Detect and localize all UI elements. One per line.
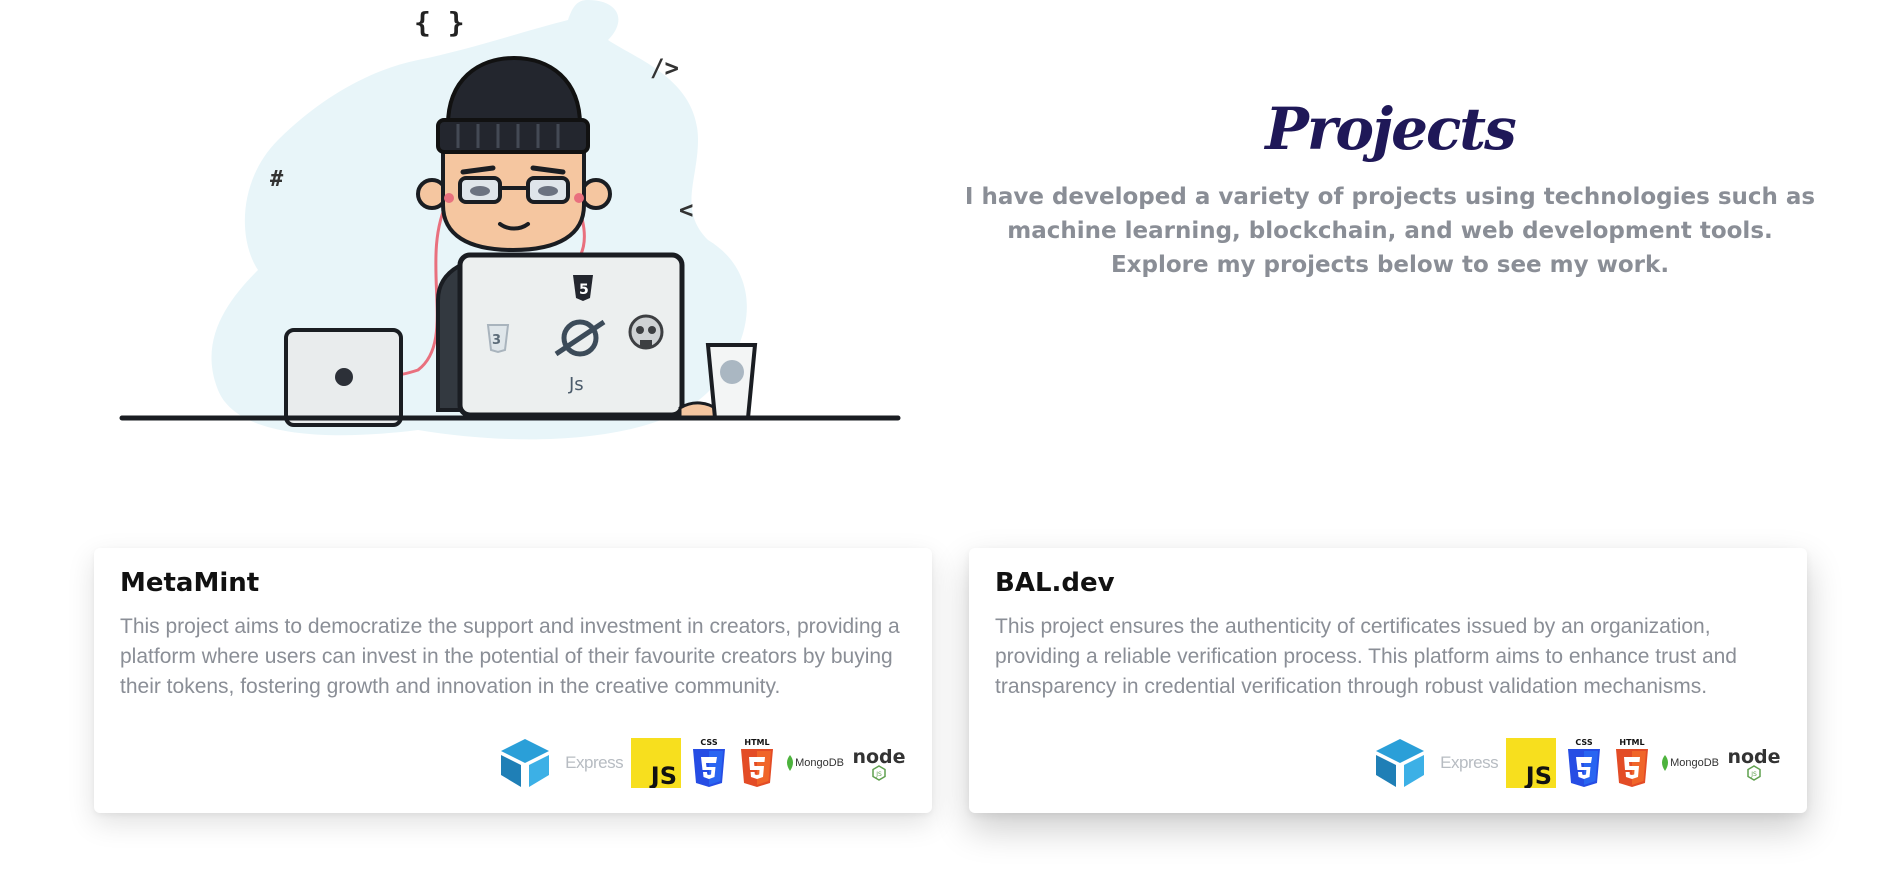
css3-icon: CSS [689,737,729,789]
node-logo-text: node [852,746,905,768]
express-icon: Express [1440,753,1499,772]
html5-sticker: 5 [579,282,589,298]
css-logo-text: CSS [1575,738,1592,747]
javascript-icon: JS [631,738,682,788]
project-title: MetaMint [120,568,260,598]
glass [705,343,758,420]
project-description: This project aims to democratize the sup… [120,615,900,698]
hash-symbol: # [270,167,284,192]
express-icon: Express [565,753,624,772]
page-title: Projects [1265,95,1517,163]
hero-illustration: { } /> # < 5 3 Js [119,0,901,440]
blockchain-cube-icon [497,737,553,789]
blockchain-cube-icon [1372,737,1428,789]
html5-icon: HTML [1612,737,1652,789]
js-logo-text: JS [1524,762,1552,788]
css-logo-text: CSS [700,738,717,747]
curly-braces-symbol: { } [414,6,465,39]
mongodb-label: MongoDB [1670,757,1719,769]
angle-bracket-symbol: < [679,196,693,224]
small-laptop [284,328,403,427]
nodejs-icon: node JS [852,745,906,781]
node-logo-subtext: JS [875,771,882,778]
project-description: This project ensures the authenticity of… [995,615,1737,698]
nodejs-icon: node JS [1727,745,1781,781]
css3-sticker: 3 [492,333,501,348]
skull-sticker [628,314,664,350]
html-logo-text: HTML [1619,738,1644,747]
intro-section: Projects I have developed a variety of p… [960,95,1820,282]
js-sticker: Js [568,374,584,395]
css3-icon: CSS [1564,737,1604,789]
html-logo-text: HTML [744,738,769,747]
tech-stack-row: Express JS CSS HTML MongoDB node JS [497,737,906,789]
mongodb-icon: MongoDB [785,755,844,771]
node-logo-text: node [1727,746,1780,768]
intro-description: I have developed a variety of projects u… [964,183,1816,278]
mongodb-label: MongoDB [795,757,844,769]
mongodb-icon: MongoDB [1660,755,1719,771]
tech-stack-row: Express JS CSS HTML MongoDB node JS [1372,737,1781,789]
closing-tag-symbol: /> [650,54,679,82]
node-logo-subtext: JS [1750,771,1757,778]
html5-icon: HTML [737,737,777,789]
javascript-icon: JS [1506,738,1557,788]
js-logo-text: JS [649,762,677,788]
project-card-metamint[interactable]: MetaMint This project aims to democratiz… [94,548,932,813]
main-laptop: 5 3 Js [457,252,685,418]
project-title: BAL.dev [995,568,1115,598]
project-card-baldev[interactable]: BAL.dev This project ensures the authent… [969,548,1807,813]
